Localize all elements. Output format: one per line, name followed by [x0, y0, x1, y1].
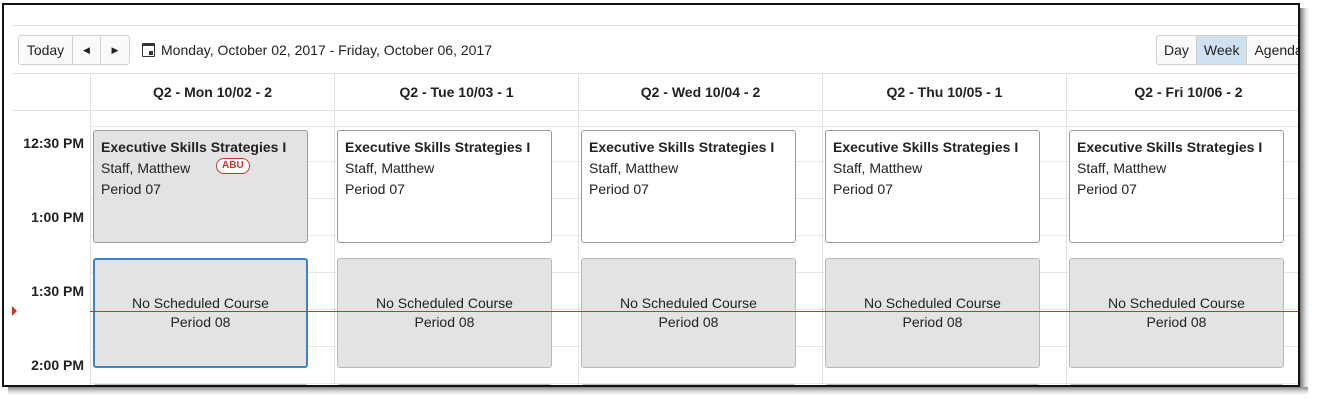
- calendar-window: Today ◀ ▶ Monday, October 02, 2017 - Fri…: [2, 3, 1300, 387]
- no-schedule-period: Period 08: [170, 314, 231, 330]
- event-title: Executive Skills Strategies I: [833, 139, 1019, 155]
- view-agenda-button[interactable]: Agenda: [1247, 36, 1298, 64]
- event-card-tue[interactable]: Executive Skills Strategies I Staff, Mat…: [337, 130, 552, 243]
- top-divider: [12, 25, 1298, 26]
- date-range-label: Monday, October 02, 2017 - Friday, Octob…: [161, 42, 492, 58]
- date-range-picker[interactable]: Monday, October 02, 2017 - Friday, Octob…: [142, 35, 492, 65]
- view-week-button[interactable]: Week: [1196, 36, 1248, 64]
- calendar-icon: [142, 43, 155, 57]
- event-period: Period 07: [833, 181, 893, 197]
- no-schedule-period: Period 08: [658, 314, 719, 330]
- no-schedule-block-tue[interactable]: No Scheduled Course Period 08: [337, 258, 552, 368]
- event-teacher: Staff, Matthew: [589, 160, 679, 176]
- event-title: Executive Skills Strategies I: [345, 139, 531, 155]
- event-title: Executive Skills Strategies I: [101, 139, 287, 155]
- no-schedule-period: Period 08: [1146, 314, 1207, 330]
- event-card-mon[interactable]: Executive Skills Strategies I Staff, Mat…: [93, 130, 308, 243]
- next-week-button[interactable]: ▶: [101, 36, 129, 64]
- chevron-left-icon: ◀: [83, 44, 90, 55]
- event-title: Executive Skills Strategies I: [589, 139, 775, 155]
- day-header-wed: Q2 - Wed 10/04 - 2: [578, 74, 822, 110]
- event-card-fri[interactable]: Executive Skills Strategies I Staff, Mat…: [1069, 130, 1284, 243]
- view-switcher: Day Week Agenda: [1156, 35, 1298, 65]
- time-label: 1:30 PM: [31, 283, 84, 299]
- day-header-fri: Q2 - Fri 10/06 - 2: [1066, 74, 1298, 110]
- event-card-thu[interactable]: Executive Skills Strategies I Staff, Mat…: [825, 130, 1040, 243]
- window-shadow: [8, 387, 1308, 395]
- event-period: Period 07: [101, 181, 161, 197]
- no-schedule-block-mon[interactable]: No Scheduled Course Period 08: [93, 258, 308, 368]
- no-schedule-period: Period 08: [414, 314, 475, 330]
- prev-week-button[interactable]: ◀: [73, 36, 101, 64]
- no-schedule-block-thu[interactable]: No Scheduled Course Period 08: [825, 258, 1040, 368]
- current-time-marker: [12, 306, 17, 316]
- event-period: Period 07: [1077, 181, 1137, 197]
- chevron-right-icon: ▶: [111, 44, 119, 55]
- event-period: Period 07: [589, 181, 649, 197]
- day-header-tue: Q2 - Tue 10/03 - 1: [334, 74, 578, 110]
- event-card-wed[interactable]: Executive Skills Strategies I Staff, Mat…: [581, 130, 796, 243]
- no-schedule-period: Period 08: [902, 314, 963, 330]
- calendar-toolbar: Today ◀ ▶ Monday, October 02, 2017 - Fri…: [18, 35, 1298, 65]
- event-teacher: Staff, Matthew: [101, 160, 191, 176]
- event-teacher: Staff, Matthew: [1077, 160, 1167, 176]
- event-title: Executive Skills Strategies I: [1077, 139, 1263, 155]
- header-divider: [12, 110, 1298, 111]
- day-header-thu: Q2 - Thu 10/05 - 1: [822, 74, 1066, 110]
- no-schedule-block-fri[interactable]: No Scheduled Course Period 08: [1069, 258, 1284, 368]
- day-header-mon: Q2 - Mon 10/02 - 2: [90, 74, 334, 110]
- week-grid: Q2 - Mon 10/02 - 2 Q2 - Tue 10/03 - 1 Q2…: [12, 73, 1298, 385]
- today-button[interactable]: Today: [19, 36, 73, 64]
- no-schedule-block-wed[interactable]: No Scheduled Course Period 08: [581, 258, 796, 368]
- time-label: 2:00 PM: [31, 357, 84, 373]
- attendance-badge: ABU: [216, 158, 250, 174]
- window-shadow: [1300, 8, 1309, 393]
- event-period: Period 07: [345, 181, 405, 197]
- current-time-line: [90, 311, 1298, 312]
- view-day-button[interactable]: Day: [1157, 36, 1197, 64]
- time-label: 12:30 PM: [23, 135, 84, 151]
- event-teacher: Staff, Matthew: [833, 160, 923, 176]
- event-teacher: Staff, Matthew: [345, 160, 435, 176]
- hour-gridline: [90, 126, 1298, 127]
- time-label: 1:00 PM: [31, 209, 84, 225]
- nav-button-group: Today ◀ ▶: [18, 35, 130, 65]
